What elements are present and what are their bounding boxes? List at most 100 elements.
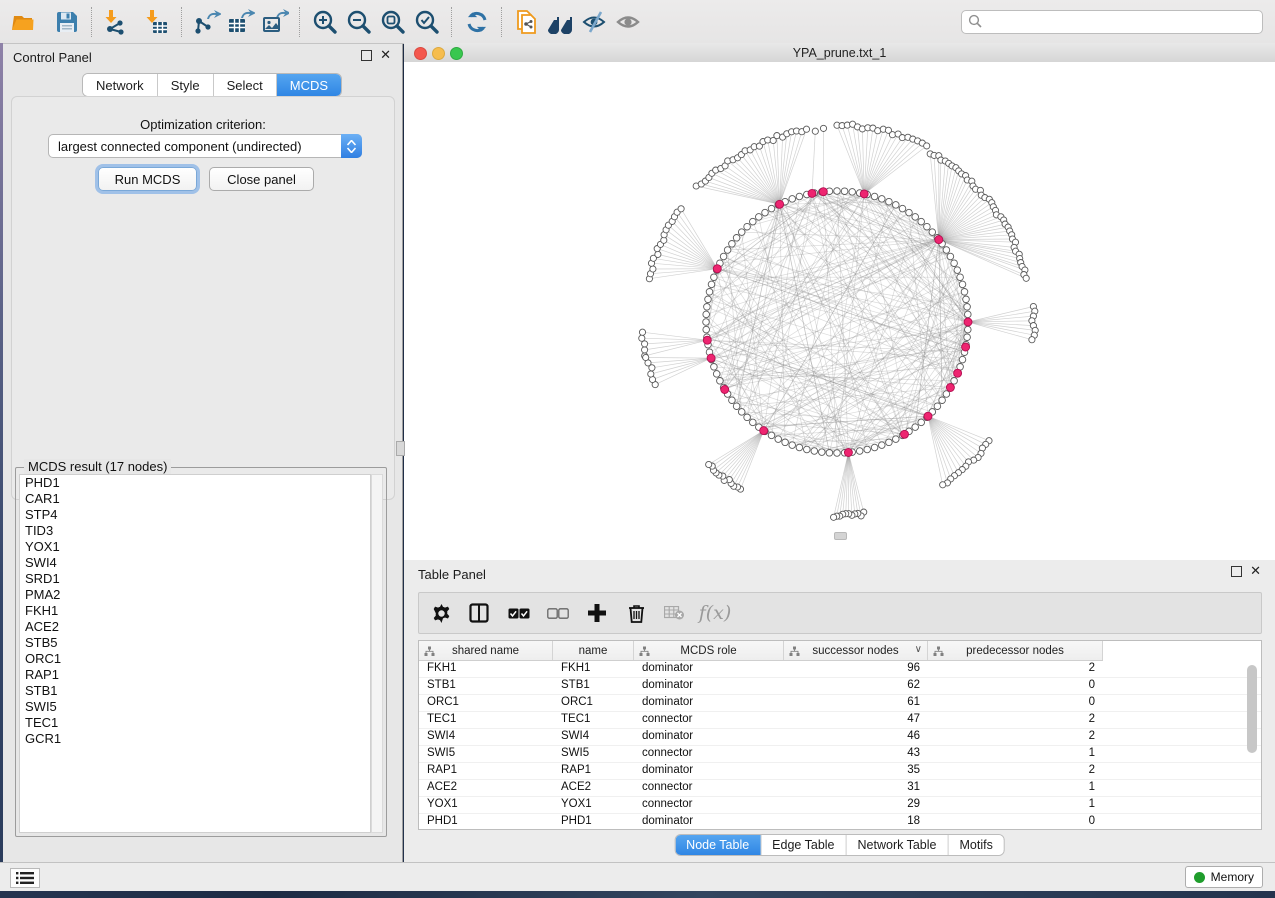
table-cell: 0 xyxy=(928,695,1103,711)
delete-icon[interactable] xyxy=(617,598,655,628)
column-chooser-icon[interactable] xyxy=(459,598,499,628)
tab-style[interactable]: Style xyxy=(158,74,214,96)
mcds-result-item[interactable]: GCR1 xyxy=(20,731,370,747)
table-cell: dominator xyxy=(634,695,784,711)
tab-motifs[interactable]: Motifs xyxy=(948,835,1003,855)
save-session-icon[interactable] xyxy=(50,5,84,39)
tab-select[interactable]: Select xyxy=(214,74,277,96)
mcds-result-item[interactable]: SWI5 xyxy=(20,699,370,715)
close-table-panel-icon[interactable]: ✕ xyxy=(1250,564,1261,578)
table-row[interactable]: SWI4SWI4dominator462 xyxy=(419,729,1261,746)
show-all-icon[interactable] xyxy=(612,5,646,39)
mcds-result-item[interactable]: ORC1 xyxy=(20,651,370,667)
hide-selected-icon[interactable] xyxy=(578,5,612,39)
add-icon[interactable] xyxy=(577,598,617,628)
mcds-panel: Optimization criterion: largest connecte… xyxy=(11,96,395,500)
open-file-icon[interactable] xyxy=(6,5,40,39)
node-table[interactable]: shared namenameMCDS rolesuccessor nodes∨… xyxy=(418,640,1262,830)
function-builder-icon[interactable]: f(x) xyxy=(693,598,737,628)
mcds-result-item[interactable]: TID3 xyxy=(20,523,370,539)
table-row[interactable]: YOX1YOX1connector291 xyxy=(419,797,1261,814)
sort-desc-icon: ∨ xyxy=(915,644,922,655)
tab-node-table[interactable]: Node Table xyxy=(675,835,761,855)
column-header-MCDS-role[interactable]: MCDS role xyxy=(634,641,784,660)
column-header-name[interactable]: name xyxy=(553,641,634,660)
mcds-result-item[interactable]: SWI4 xyxy=(20,555,370,571)
mcds-result-item[interactable]: TEC1 xyxy=(20,715,370,731)
table-cell: 1 xyxy=(928,797,1103,813)
mcds-result-item[interactable]: FKH1 xyxy=(20,603,370,619)
memory-button[interactable]: Memory xyxy=(1185,866,1263,888)
zoom-out-icon[interactable] xyxy=(342,5,376,39)
zoom-fit-icon[interactable] xyxy=(376,5,410,39)
mcds-result-item[interactable]: STB5 xyxy=(20,635,370,651)
table-row[interactable]: TEC1TEC1connector472 xyxy=(419,712,1261,729)
status-bar: Memory xyxy=(0,862,1275,891)
mcds-result-item[interactable]: ACE2 xyxy=(20,619,370,635)
mcds-result-item[interactable]: PHD1 xyxy=(20,475,370,491)
criterion-dropdown-value: largest connected component (undirected) xyxy=(58,139,302,154)
mcds-result-item[interactable]: YOX1 xyxy=(20,539,370,555)
view-splitter-handle[interactable] xyxy=(834,532,847,540)
mcds-result-item[interactable]: PMA2 xyxy=(20,587,370,603)
clone-network-icon[interactable] xyxy=(510,5,544,39)
export-image-icon[interactable] xyxy=(258,5,292,39)
mcds-list-scrollbar[interactable] xyxy=(371,474,383,833)
criterion-dropdown[interactable]: largest connected component (undirected) xyxy=(48,134,362,158)
mcds-result-item[interactable]: RAP1 xyxy=(20,667,370,683)
table-row[interactable]: STB1STB1dominator620 xyxy=(419,678,1261,695)
table-cell: 1 xyxy=(928,780,1103,796)
column-header-predecessor-nodes[interactable]: predecessor nodes xyxy=(928,641,1103,660)
table-cell: PHD1 xyxy=(419,814,553,830)
first-neighbors-icon[interactable] xyxy=(544,5,578,39)
mcds-result-item[interactable]: CAR1 xyxy=(20,491,370,507)
mcds-result-list[interactable]: PHD1CAR1STP4TID3YOX1SWI4SRD1PMA2FKH1ACE2… xyxy=(19,474,371,833)
table-row[interactable]: RAP1RAP1dominator352 xyxy=(419,763,1261,780)
delete-table-icon[interactable] xyxy=(655,598,693,628)
network-canvas[interactable] xyxy=(404,62,1275,560)
export-table-icon[interactable] xyxy=(224,5,258,39)
control-panel-tabs: NetworkStyleSelectMCDS xyxy=(82,73,342,97)
tab-mcds[interactable]: MCDS xyxy=(277,74,341,96)
application-window: Control Panel ✕ NetworkStyleSelectMCDS O… xyxy=(0,0,1275,898)
column-header-shared-name[interactable]: shared name xyxy=(419,641,553,660)
tab-network-table[interactable]: Network Table xyxy=(847,835,949,855)
network-window-titlebar[interactable]: YPA_prune.txt_1 xyxy=(404,43,1275,63)
close-panel-icon[interactable]: ✕ xyxy=(380,48,391,62)
mcds-result-item[interactable]: STB1 xyxy=(20,683,370,699)
zoom-in-icon[interactable] xyxy=(308,5,342,39)
import-network-icon[interactable] xyxy=(100,5,134,39)
table-cell: YOX1 xyxy=(553,797,634,813)
mcds-result-item[interactable]: STP4 xyxy=(20,507,370,523)
float-panel-icon[interactable] xyxy=(361,50,372,61)
table-row[interactable]: ACE2ACE2connector311 xyxy=(419,780,1261,797)
float-table-panel-icon[interactable] xyxy=(1231,566,1242,577)
mcds-result-item[interactable]: SRD1 xyxy=(20,571,370,587)
table-cell: 2 xyxy=(928,729,1103,745)
column-header-successor-nodes[interactable]: successor nodes∨ xyxy=(784,641,928,660)
gear-icon[interactable] xyxy=(423,598,459,628)
panel-splitter-handle[interactable] xyxy=(396,441,405,456)
tab-edge-table[interactable]: Edge Table xyxy=(761,835,846,855)
table-cell: 0 xyxy=(928,678,1103,694)
refresh-icon[interactable] xyxy=(460,5,494,39)
search-input[interactable] xyxy=(961,10,1263,34)
run-mcds-button[interactable]: Run MCDS xyxy=(98,167,197,191)
table-cell: FKH1 xyxy=(553,661,634,677)
memory-status-icon xyxy=(1194,872,1205,883)
select-all-icon[interactable] xyxy=(499,598,539,628)
deselect-all-icon[interactable] xyxy=(539,598,577,628)
close-panel-button[interactable]: Close panel xyxy=(209,167,314,191)
table-scrollbar-thumb[interactable] xyxy=(1247,665,1257,753)
tab-network[interactable]: Network xyxy=(83,74,158,96)
export-network-icon[interactable] xyxy=(190,5,224,39)
table-row[interactable]: ORC1ORC1dominator610 xyxy=(419,695,1261,712)
table-cell: SWI5 xyxy=(419,746,553,762)
table-row[interactable]: PHD1PHD1dominator180 xyxy=(419,814,1261,830)
table-row[interactable]: FKH1FKH1dominator962 xyxy=(419,661,1261,678)
task-history-button[interactable] xyxy=(10,868,40,888)
table-row[interactable]: SWI5SWI5connector431 xyxy=(419,746,1261,763)
toolbar-separator xyxy=(91,7,93,37)
import-table-icon[interactable] xyxy=(140,5,174,39)
zoom-selected-icon[interactable] xyxy=(410,5,444,39)
